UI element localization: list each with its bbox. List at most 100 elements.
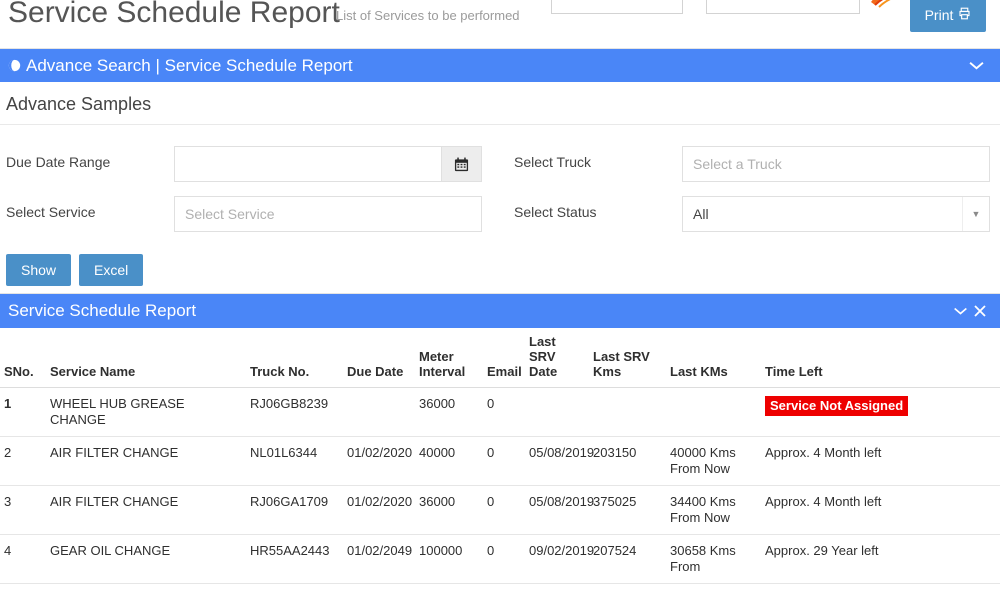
- table-body: 1 WHEEL HUB GREASE CHANGE RJ06GB8239 36000 0…: [0, 387, 1000, 584]
- column-header-sno[interactable]: SNo.: [0, 328, 46, 388]
- select-service-input[interactable]: [174, 196, 482, 232]
- cell-service-name: WHEEL HUB GREASE CHANGE: [46, 387, 246, 437]
- column-header-meter-line2: Interval: [419, 364, 466, 379]
- due-date-range-group: [174, 146, 482, 182]
- select-status-value: All: [693, 206, 709, 222]
- header-field-two[interactable]: [706, 0, 860, 14]
- print-button-label: Print: [924, 7, 954, 23]
- column-header-lskms-line2: Kms: [593, 364, 622, 379]
- cell-meter-interval: 40000: [415, 436, 483, 486]
- show-button[interactable]: Show: [6, 254, 72, 286]
- select-truck-label: Select Truck: [514, 154, 592, 170]
- header-field-one[interactable]: [551, 0, 683, 14]
- advance-search-banner[interactable]: Advance Search | Service Schedule Report: [0, 49, 1000, 82]
- cell-due-date: 01/02/2020: [343, 436, 415, 486]
- advance-search-title: Advance Search | Service Schedule Report: [26, 55, 353, 75]
- calendar-icon[interactable]: [442, 146, 482, 182]
- cell-email: 0: [483, 534, 525, 584]
- select-service-label: Select Service: [6, 204, 96, 220]
- cell-last-srv-date: 05/08/2019: [525, 485, 594, 535]
- column-header-meter-line1: Meter: [419, 349, 454, 364]
- table-row[interactable]: 2 AIR FILTER CHANGE NL01L6344 01/02/2020 400…: [0, 436, 1000, 486]
- cell-service-name: GEAR OIL CHANGE: [46, 534, 246, 584]
- section-divider: [0, 124, 1000, 125]
- cell-meter-interval: 36000: [415, 485, 483, 535]
- cell-last-srv-date: [525, 387, 589, 437]
- service-schedule-report-page: Service Schedule Report List of Services…: [0, 0, 1000, 589]
- cell-last-kms: [666, 387, 761, 437]
- cell-time-left: Service Not Assigned: [761, 387, 1000, 437]
- select-truck-input[interactable]: [682, 146, 990, 182]
- advance-search-form: Advance Samples Due Date Range Select Se…: [0, 82, 1000, 294]
- page-subtitle: List of Services to be performed: [336, 8, 520, 23]
- section-heading: Advance Samples: [6, 94, 152, 114]
- cell-email: 0: [483, 485, 525, 535]
- chevron-down-icon[interactable]: [966, 56, 986, 76]
- cell-time-left: Approx. 4 Month left: [761, 436, 1000, 486]
- cell-last-srv-date: 05/08/2019: [525, 436, 594, 486]
- cell-service-name: AIR FILTER CHANGE: [46, 436, 246, 486]
- report-banner: Service Schedule Report: [0, 294, 1000, 328]
- excel-button[interactable]: Excel: [79, 254, 144, 286]
- cell-truck-no: RJ06GA1709: [246, 485, 343, 535]
- column-header-time-left[interactable]: Time Left: [761, 328, 1000, 388]
- cell-last-srv-date: 09/02/2019: [525, 534, 594, 584]
- column-header-due-date[interactable]: Due Date: [343, 328, 415, 388]
- cell-last-srv-kms: [589, 387, 666, 437]
- column-header-last-kms[interactable]: Last KMs: [666, 328, 761, 388]
- print-button[interactable]: Print: [910, 0, 986, 32]
- table-row[interactable]: 4 GEAR OIL CHANGE HR55AA2443 01/02/2049 1000…: [0, 534, 1000, 584]
- service-schedule-table: SNo. Service Name Truck No. Due Date Met…: [0, 328, 1000, 584]
- printer-icon: [958, 7, 971, 23]
- cell-sno: 2: [0, 436, 46, 486]
- cell-last-kms: 40000 Kms From Now: [666, 436, 761, 486]
- chevron-down-icon[interactable]: [950, 301, 970, 321]
- table-row[interactable]: 3 AIR FILTER CHANGE RJ06GA1709 01/02/2020 36…: [0, 485, 1000, 535]
- column-header-service-name[interactable]: Service Name: [46, 328, 246, 388]
- column-header-last-srv-date[interactable]: Last SRV Date: [525, 328, 589, 388]
- cell-last-srv-kms: 207524: [589, 534, 666, 584]
- cell-last-srv-kms: 203150: [589, 436, 666, 486]
- cell-due-date: [343, 387, 415, 437]
- close-icon[interactable]: [970, 301, 990, 321]
- column-header-meter-interval[interactable]: Meter Interval: [415, 328, 483, 388]
- cell-email: 0: [483, 387, 525, 437]
- cell-truck-no: RJ06GB8239: [246, 387, 343, 437]
- column-header-lsdate-line2: Date: [529, 364, 558, 379]
- cell-last-kms: 30658 Kms From: [666, 534, 761, 584]
- status-badge: Service Not Assigned: [765, 396, 909, 416]
- due-date-range-label: Due Date Range: [6, 154, 111, 170]
- cell-meter-interval: 36000: [415, 387, 483, 437]
- cell-email: 0: [483, 436, 525, 486]
- report-banner-title: Service Schedule Report: [8, 301, 197, 320]
- column-header-last-srv-kms[interactable]: Last SRV Kms: [589, 328, 666, 388]
- cell-meter-interval: 100000: [415, 534, 483, 584]
- column-header-truck-no[interactable]: Truck No.: [246, 328, 343, 388]
- table-row[interactable]: 1 WHEEL HUB GREASE CHANGE RJ06GB8239 36000 0…: [0, 387, 1000, 437]
- cell-last-srv-kms: 375025: [589, 485, 666, 535]
- page-title: Service Schedule Report: [8, 0, 340, 29]
- select-status-label: Select Status: [514, 204, 597, 220]
- cell-sno: 3: [0, 485, 46, 535]
- cell-sno: 4: [0, 534, 46, 584]
- report-panel: Service Schedule Report SNo. Service Nam…: [0, 294, 1000, 584]
- cell-service-name: AIR FILTER CHANGE: [46, 485, 246, 535]
- due-date-range-input[interactable]: [174, 146, 442, 182]
- cell-truck-no: NL01L6344: [246, 436, 343, 486]
- select-status-dropdown[interactable]: All ▼: [682, 196, 990, 232]
- column-header-email[interactable]: Email: [483, 328, 525, 388]
- cell-sno: 1: [0, 387, 46, 437]
- cell-truck-no: HR55AA2443: [246, 534, 343, 584]
- cell-time-left: Approx. 29 Year left: [761, 534, 1000, 584]
- caret-down-icon: ▼: [962, 197, 989, 231]
- column-header-lskms-line1: Last SRV: [593, 349, 650, 364]
- form-actions: Show Excel: [6, 254, 144, 286]
- column-header-lsdate-line1: Last SRV: [529, 334, 556, 364]
- cell-due-date: 01/02/2049: [343, 534, 415, 584]
- cell-last-kms: 34400 Kms From Now: [666, 485, 761, 535]
- table-header-row: SNo. Service Name Truck No. Due Date Met…: [0, 328, 1000, 388]
- app-header: Service Schedule Report List of Services…: [0, 0, 1000, 49]
- cell-time-left: Approx. 4 Month left: [761, 485, 1000, 535]
- cell-due-date: 01/02/2020: [343, 485, 415, 535]
- orange-logo-icon: [869, 0, 907, 8]
